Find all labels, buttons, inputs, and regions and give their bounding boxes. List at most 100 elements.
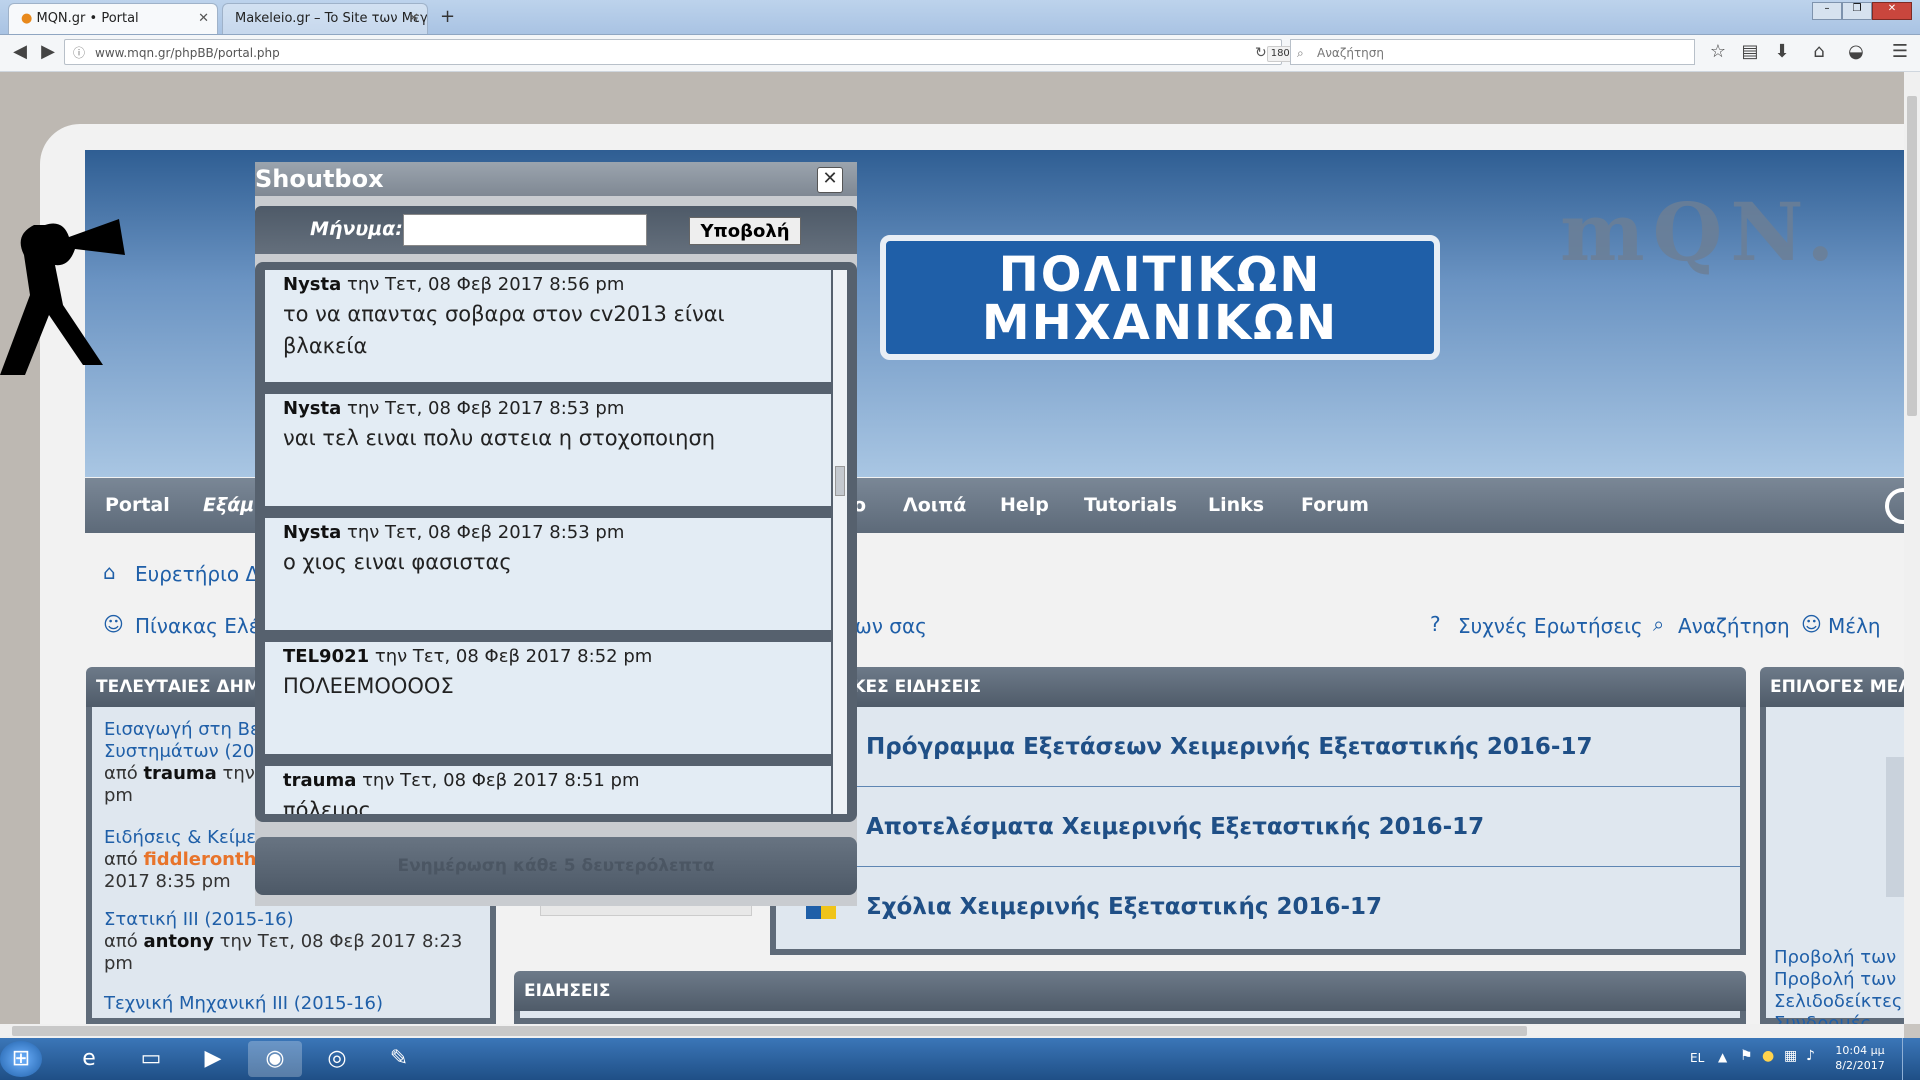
news-item-3[interactable]: Σχόλια Χειμερινής Εξεταστικής 2016-17 (776, 867, 1740, 947)
shout-time: την Τετ, 08 Φεβ 2017 8:53 pm (347, 522, 625, 543)
forward-button[interactable]: ▶ (36, 40, 60, 64)
shout-user[interactable]: Nysta (283, 398, 341, 419)
message-input[interactable] (403, 214, 647, 246)
clock-date: 8/2/2017 (1835, 1059, 1885, 1072)
home-icon[interactable]: ⌂ (1807, 40, 1831, 64)
post-author[interactable]: trauma (143, 763, 216, 784)
close-tab-icon[interactable]: ✕ (408, 4, 419, 34)
url-bar[interactable]: ⓘ www.mqn.gr/phpBB/portal.php 180% ↻ (64, 39, 1303, 66)
download-icon[interactable]: ⬇ (1770, 40, 1794, 64)
language-indicator[interactable]: EL (1690, 1051, 1704, 1065)
shout-message: TEL9021 την Τετ, 08 Φεβ 2017 8:52 pm ΠΟΛ… (265, 642, 831, 754)
close-window-button[interactable]: ✕ (1872, 2, 1912, 20)
url-text: www.mqn.gr/phpBB/portal.php (95, 46, 280, 60)
horizontal-scrollbar[interactable] (0, 1024, 1904, 1038)
close-tab-icon[interactable]: ✕ (198, 4, 209, 34)
news2-panel-header: ΕΙΔΗΣΕΙΣ (514, 971, 1746, 1011)
shoutbox-scrollbar[interactable] (833, 270, 847, 814)
chrome-icon[interactable]: ◎ (310, 1041, 364, 1077)
search-link[interactable]: Αναζήτηση (1678, 614, 1790, 638)
by-label: από (104, 849, 138, 870)
member-link-2[interactable]: Προβολή των (1774, 969, 1910, 991)
shout-text: ναι τελ ειναι πολυ αστεια η στοχοποιηση (283, 426, 716, 450)
member-link-1[interactable]: Προβολή των (1774, 947, 1910, 969)
menu-forum[interactable]: Forum (1301, 478, 1369, 533)
sign-line-1: ΠΟΛΙΤΙΚΩΝ (998, 247, 1322, 303)
latest-post-4[interactable]: Τεχνική Μηχανική ΙΙΙ (2015-16) (104, 993, 494, 1015)
member-options-panel: Προβολή των Προβολή των Σελιδοδείκτες Συ… (1760, 707, 1910, 1034)
control-panel-link[interactable]: Πίνακας Ελέ (135, 614, 260, 638)
tray-expand-icon[interactable]: ▲ (1718, 1050, 1727, 1064)
menu-icon[interactable]: ☰ (1888, 40, 1912, 64)
clock[interactable]: 10:04 μμ 8/2/2017 (1830, 1043, 1890, 1073)
update-icon[interactable]: ● (1762, 1048, 1774, 1064)
action-center-icon[interactable]: ⚑ (1740, 1048, 1753, 1064)
menu-help[interactable]: Help (1000, 478, 1049, 533)
tab-mqn[interactable]: ● MQN.gr • Portal ✕ (8, 3, 218, 34)
show-desktop-button[interactable] (1902, 1038, 1920, 1080)
new-tab-button[interactable]: + (440, 6, 455, 27)
shoutbox-title: Shoutbox (255, 165, 384, 193)
shout-user[interactable]: Nysta (283, 522, 341, 543)
submit-button[interactable]: Υποβολή (689, 217, 801, 245)
news-item-1[interactable]: Πρόγραμμα Εξετάσεων Χειμερινής Εξεταστικ… (776, 707, 1740, 787)
network-icon[interactable]: ▦ (1784, 1048, 1797, 1064)
shout-message: Nysta την Τετ, 08 Φεβ 2017 8:53 pm ναι τ… (265, 394, 831, 506)
post-title[interactable]: Τεχνική Μηχανική ΙΙΙ (2015-16) (104, 993, 494, 1015)
bookmark-star-icon[interactable]: ☆ (1706, 40, 1730, 64)
menu-exams[interactable]: Εξάμ (203, 478, 254, 533)
start-button[interactable]: ⊞ (0, 1041, 42, 1077)
minimize-button[interactable]: – (1812, 2, 1842, 20)
shout-user[interactable]: trauma (283, 770, 356, 791)
info-icon[interactable]: ⓘ (73, 40, 85, 66)
search-bar[interactable]: ⌕ Αναζήτηση (1290, 39, 1695, 65)
member-link-3[interactable]: Σελιδοδείκτες (1774, 991, 1910, 1013)
shout-time: την Τετ, 08 Φεβ 2017 8:56 pm (347, 274, 625, 295)
members-icon: ☺ (1801, 612, 1822, 636)
close-icon[interactable]: ✕ (817, 167, 843, 193)
menu-other[interactable]: Λοιπά (903, 478, 966, 533)
menu-links[interactable]: Links (1208, 478, 1264, 533)
news2-panel (514, 1011, 1746, 1024)
post-title[interactable]: Στατική ΙΙΙ (2015-16) (104, 909, 494, 931)
pocket-icon[interactable]: ◒ (1844, 40, 1868, 64)
paint-icon[interactable]: ✎ (372, 1041, 426, 1077)
scrollbar-thumb[interactable] (1907, 96, 1917, 416)
menu-portal[interactable]: Portal (105, 478, 170, 533)
banner-sign: ΠΟΛΙΤΙΚΩΝ ΜΗΧΑΝΙΚΩΝ (880, 235, 1440, 360)
breadcrumb-home-link[interactable]: Ευρετήριο Δ (135, 562, 259, 586)
media-player-icon[interactable]: ▶ (186, 1041, 240, 1077)
volume-icon[interactable]: ♪ (1806, 1048, 1815, 1064)
home-icon: ⌂ (103, 560, 116, 584)
message-label: Μήνυμα: (310, 218, 403, 240)
back-button[interactable]: ◀ (8, 40, 32, 64)
megaphone-figure-icon (0, 215, 150, 430)
maximize-button[interactable]: ❐ (1842, 2, 1872, 20)
by-label: από (104, 763, 138, 784)
firefox-icon[interactable]: ◉ (248, 1041, 302, 1077)
post-author[interactable]: fiddleronth (143, 849, 256, 870)
faq-link[interactable]: Συχνές Ερωτήσεις (1458, 614, 1643, 638)
members-link[interactable]: Μέλη (1828, 614, 1881, 638)
menu-tutorials[interactable]: Tutorials (1084, 478, 1177, 533)
latest-post-3[interactable]: Στατική ΙΙΙ (2015-16) από antony την Τετ… (104, 909, 494, 975)
shout-user[interactable]: TEL9021 (283, 646, 369, 667)
site-logo: mQN. (1560, 185, 1843, 279)
news-item-2[interactable]: Αποτελέσματα Χειμερινής Εξεταστικής 2016… (776, 787, 1740, 867)
shout-text: ΠΟΛΕΕΜΟΟΟΟΣ (283, 674, 454, 698)
shout-time: την Τετ, 08 Φεβ 2017 8:53 pm (347, 398, 625, 419)
internet-explorer-icon[interactable]: e (62, 1041, 116, 1077)
shout-time: την Τετ, 08 Φεβ 2017 8:51 pm (362, 770, 640, 791)
breadcrumb-tail[interactable]: ων σας (855, 614, 927, 638)
reading-list-icon[interactable]: ▤ (1738, 40, 1762, 64)
tab-makeleio[interactable]: Makeleio.gr – To Site των Μεγ... ✕ (222, 3, 428, 34)
reload-icon[interactable]: ↻ (1255, 40, 1267, 66)
shout-user[interactable]: Nysta (283, 274, 341, 295)
vertical-scrollbar[interactable] (1904, 72, 1920, 1024)
file-explorer-icon[interactable]: ▭ (124, 1041, 178, 1077)
shout-time: την Τετ, 08 Φεβ 2017 8:52 pm (374, 646, 653, 667)
scrollbar-thumb[interactable] (835, 466, 845, 496)
shout-text: το να απαντας σοβαρα στον cv2013 είναι β… (283, 302, 725, 358)
post-author[interactable]: antony (143, 931, 213, 952)
scrollbar-thumb[interactable] (12, 1026, 1527, 1036)
